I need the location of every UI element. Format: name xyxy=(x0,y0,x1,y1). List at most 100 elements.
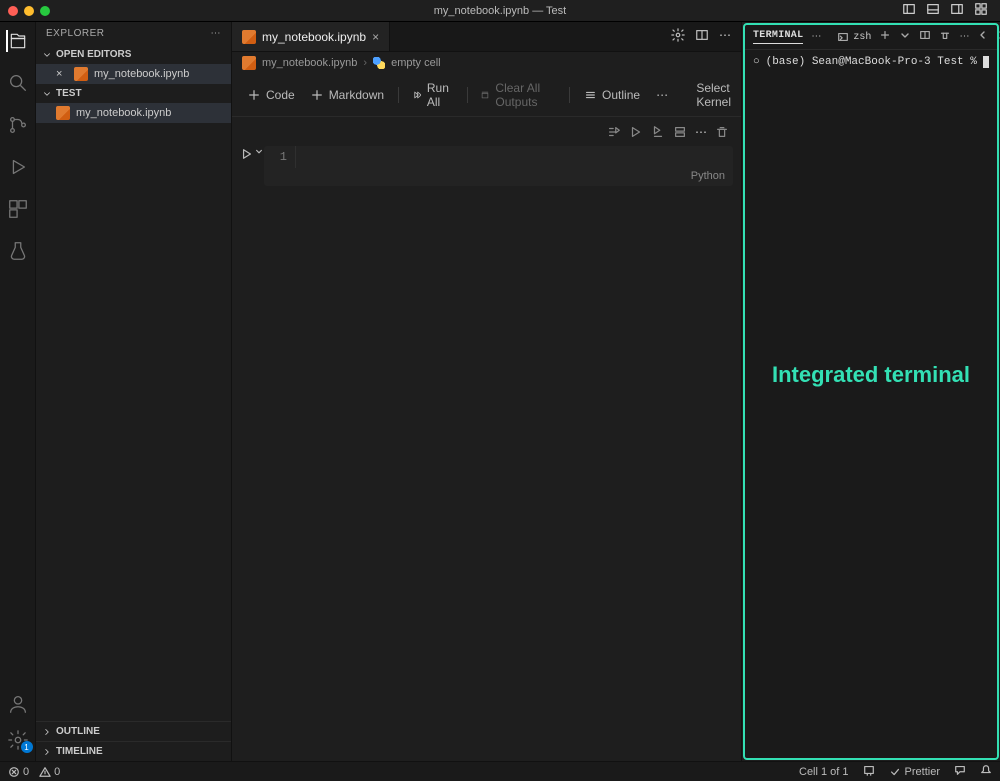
breadcrumb-cell: empty cell xyxy=(391,57,441,69)
prettier-label: Prettier xyxy=(905,766,940,778)
toolbar-more-icon[interactable]: ⋯ xyxy=(650,88,674,102)
code-cell[interactable]: 1 xyxy=(264,146,733,168)
kernel-label: Select Kernel xyxy=(696,81,731,109)
split-cell-icon[interactable] xyxy=(673,125,687,142)
notebook-toolbar: Code Markdown Run All Clear All Outputs … xyxy=(232,74,741,117)
extensions-icon[interactable] xyxy=(7,198,29,220)
open-editors-section[interactable]: OPEN EDITORS xyxy=(36,45,231,64)
close-window-icon[interactable] xyxy=(8,6,18,16)
cell-position[interactable]: Cell 1 of 1 xyxy=(799,766,849,778)
breadcrumb-file: my_notebook.ipynb xyxy=(262,57,357,69)
outline-section[interactable]: OUTLINE xyxy=(36,721,231,741)
layout-controls xyxy=(902,2,1000,19)
window-title: my_notebook.ipynb — Test xyxy=(0,5,1000,17)
run-debug-icon[interactable] xyxy=(7,156,29,178)
testing-icon[interactable] xyxy=(7,240,29,262)
terminal-panel-title[interactable]: TERMINAL xyxy=(753,30,803,44)
explorer-more-icon[interactable]: ⋯ xyxy=(211,28,222,39)
outline-button[interactable]: Outline xyxy=(578,85,646,105)
cell-language-label[interactable]: Python xyxy=(264,168,733,186)
outline-button-label: Outline xyxy=(602,88,640,102)
run-by-line-icon[interactable] xyxy=(607,125,621,142)
toolbar-divider xyxy=(398,87,399,103)
workspace-label: TEST xyxy=(56,88,82,99)
warnings-status[interactable]: 0 xyxy=(39,766,60,778)
title-bar: my_notebook.ipynb — Test xyxy=(0,0,1000,22)
clear-outputs-label: Clear All Outputs xyxy=(495,81,555,109)
run-all-label: Run All xyxy=(427,81,453,109)
kernel-picker[interactable]: Select Kernel xyxy=(678,81,731,109)
split-editor-icon[interactable] xyxy=(695,28,709,45)
shell-indicator[interactable]: zsh xyxy=(837,31,871,43)
clear-outputs-button[interactable]: Clear All Outputs xyxy=(475,78,561,112)
kill-terminal-icon[interactable] xyxy=(939,29,951,45)
terminal-line[interactable]: ○ (base) Sean@MacBook-Pro-3 Test % xyxy=(745,50,997,74)
delete-cell-icon[interactable] xyxy=(715,125,729,142)
close-icon[interactable]: × xyxy=(56,68,68,80)
line-number: 1 xyxy=(264,146,296,168)
editor-group: my_notebook.ipynb × ⋯ my_notebook.ipynb … xyxy=(232,22,742,761)
code-input[interactable] xyxy=(296,146,733,168)
panel-left-icon[interactable] xyxy=(902,2,916,19)
execute-cell-icon[interactable] xyxy=(629,125,643,142)
explorer-title: EXPLORER xyxy=(46,28,104,39)
breadcrumb[interactable]: my_notebook.ipynb › empty cell xyxy=(232,52,741,74)
add-markdown-cell-button[interactable]: Markdown xyxy=(305,85,390,105)
panel-bottom-icon[interactable] xyxy=(926,2,940,19)
tab-title: my_notebook.ipynb xyxy=(262,30,366,44)
warnings-count: 0 xyxy=(54,766,60,778)
errors-status[interactable]: 0 xyxy=(8,766,29,778)
notebook-settings-icon[interactable] xyxy=(671,28,685,45)
file-tree-item[interactable]: my_notebook.ipynb xyxy=(36,103,231,123)
status-bar: 0 0 Cell 1 of 1 Prettier xyxy=(0,761,1000,781)
python-icon xyxy=(373,57,385,69)
editor-tab[interactable]: my_notebook.ipynb × xyxy=(232,22,390,51)
prettier-status[interactable]: Prettier xyxy=(889,766,940,778)
notebook-icon xyxy=(242,30,256,44)
notebook-icon xyxy=(56,106,70,120)
open-editor-filename: my_notebook.ipynb xyxy=(94,68,189,80)
markdown-button-label: Markdown xyxy=(329,88,384,102)
settings-gear-icon[interactable] xyxy=(7,729,29,751)
timeline-section[interactable]: TIMELINE xyxy=(36,741,231,761)
search-icon[interactable] xyxy=(7,72,29,94)
terminal-panel: TERMINAL ⋯ zsh ⋯ ○ (base) Sean@MacBook-P… xyxy=(743,23,999,760)
activity-bar xyxy=(0,22,36,761)
terminal-dropdown-icon[interactable] xyxy=(899,29,911,45)
run-cell-button[interactable] xyxy=(240,146,264,160)
maximize-window-icon[interactable] xyxy=(40,6,50,16)
split-terminal-icon[interactable] xyxy=(919,29,931,45)
add-code-cell-button[interactable]: Code xyxy=(242,85,301,105)
account-icon[interactable] xyxy=(7,693,29,715)
panel-right-icon[interactable] xyxy=(950,2,964,19)
terminal-prompt: (base) Sean@MacBook-Pro-3 Test % xyxy=(766,56,977,68)
timeline-label: TIMELINE xyxy=(56,746,103,757)
cursor-icon xyxy=(983,56,989,68)
notebook-icon xyxy=(242,56,256,70)
minimize-window-icon[interactable] xyxy=(24,6,34,16)
explorer-icon[interactable] xyxy=(6,30,28,52)
open-editors-label: OPEN EDITORS xyxy=(56,49,131,60)
panel-more-icon[interactable]: ⋯ xyxy=(811,31,821,43)
source-control-icon[interactable] xyxy=(7,114,29,136)
workspace-section[interactable]: TEST xyxy=(36,84,231,103)
notebook-status-icon[interactable] xyxy=(863,764,875,779)
new-terminal-icon[interactable] xyxy=(879,29,891,45)
toolbar-divider xyxy=(569,87,570,103)
breadcrumb-separator-icon: › xyxy=(363,57,367,69)
bell-icon[interactable] xyxy=(980,764,992,779)
feedback-icon[interactable] xyxy=(954,764,966,779)
file-name: my_notebook.ipynb xyxy=(76,107,171,119)
tab-more-icon[interactable]: ⋯ xyxy=(719,28,731,45)
customize-layout-icon[interactable] xyxy=(974,2,988,19)
cell-more-icon[interactable]: ⋯ xyxy=(695,125,707,142)
open-editor-item[interactable]: × my_notebook.ipynb xyxy=(36,64,231,84)
execute-below-icon[interactable] xyxy=(651,125,665,142)
panel-chevron-icon[interactable] xyxy=(977,29,989,45)
explorer-sidebar: EXPLORER ⋯ OPEN EDITORS × my_notebook.ip… xyxy=(36,22,232,761)
close-tab-icon[interactable]: × xyxy=(372,30,379,44)
run-all-button[interactable]: Run All xyxy=(407,78,459,112)
prompt-prefix: ○ xyxy=(753,56,760,68)
panel-more2-icon[interactable]: ⋯ xyxy=(959,31,969,43)
annotation-label: Integrated terminal xyxy=(745,362,997,388)
